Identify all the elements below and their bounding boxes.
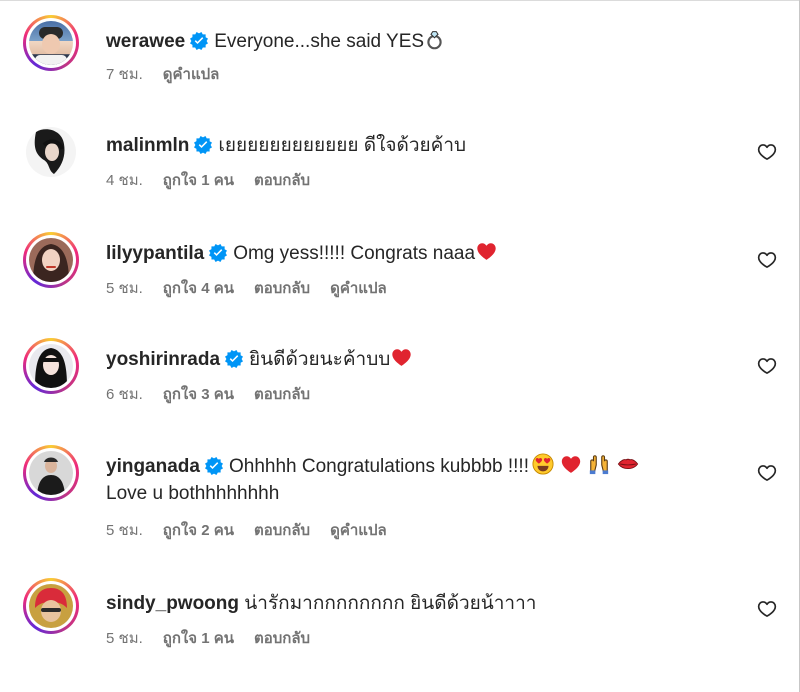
see-translation-link[interactable]: ดูคำแปล xyxy=(163,66,220,83)
see-translation-link[interactable]: ดูคำแปล xyxy=(330,280,387,297)
likes-count[interactable]: ถูกใจ 1 คน xyxy=(163,630,234,647)
see-translation-link[interactable]: ดูคำแปล xyxy=(330,522,387,539)
verified-badge-icon xyxy=(205,457,223,475)
avatar[interactable] xyxy=(23,124,79,180)
verified-badge-icon xyxy=(225,350,243,368)
comment-username[interactable]: sindy_pwoong xyxy=(106,593,239,614)
comment-username[interactable]: yinganada xyxy=(106,456,200,477)
comment-text-line2: Love u bothhhhhhhh xyxy=(106,483,280,504)
avatar[interactable] xyxy=(23,232,79,288)
comment-text: Ohhhhh Congratulations kubbbb !!!! xyxy=(228,456,529,477)
top-border xyxy=(0,0,800,1)
likes-count[interactable]: ถูกใจ 4 คน xyxy=(163,280,234,297)
comment-username[interactable]: yoshirinrada xyxy=(106,349,220,370)
verified-badge-icon xyxy=(209,244,227,262)
like-heart-icon[interactable] xyxy=(757,463,777,483)
comment-time[interactable]: 5 ชม. xyxy=(106,522,143,539)
verified-badge-icon xyxy=(194,136,212,154)
comment-text: Everyone...she said YES xyxy=(214,31,425,52)
red-heart-emoji-icon xyxy=(475,241,498,262)
comment-time[interactable]: 5 ชม. xyxy=(106,630,143,647)
reply-button[interactable]: ตอบกลับ xyxy=(254,280,310,297)
reply-button[interactable]: ตอบกลับ xyxy=(254,172,310,189)
reply-button[interactable]: ตอบกลับ xyxy=(254,630,310,647)
raising-hands-emoji-icon xyxy=(587,453,611,475)
comment-username[interactable]: lilyypantila xyxy=(106,243,204,264)
avatar[interactable] xyxy=(23,445,79,501)
comment-text: เยยยยยยยยยยยย ดีใจด้วยค้าบ xyxy=(218,135,467,156)
likes-count[interactable]: ถูกใจ 3 คน xyxy=(163,386,234,403)
avatar[interactable] xyxy=(23,578,79,634)
like-heart-icon[interactable] xyxy=(757,250,777,270)
comment-time[interactable]: 5 ชม. xyxy=(106,280,143,297)
comment-username[interactable]: werawee xyxy=(106,31,185,52)
heart-eyes-emoji-icon xyxy=(531,453,555,475)
avatar[interactable] xyxy=(23,338,79,394)
likes-count[interactable]: ถูกใจ 1 คน xyxy=(163,172,234,189)
reply-button[interactable]: ตอบกลับ xyxy=(254,386,310,403)
comment-username[interactable]: malinmln xyxy=(106,135,189,156)
red-heart-emoji-icon xyxy=(390,347,413,368)
like-heart-icon[interactable] xyxy=(757,599,777,619)
red-heart-emoji-icon xyxy=(559,454,583,475)
comment-text: Omg yess!!!!! Congrats naaa xyxy=(233,243,476,264)
kiss-mark-emoji-icon xyxy=(615,453,641,475)
likes-count[interactable]: ถูกใจ 2 คน xyxy=(163,522,234,539)
comment-time[interactable]: 6 ชม. xyxy=(106,386,143,403)
like-heart-icon[interactable] xyxy=(757,356,777,376)
verified-badge-icon xyxy=(190,32,208,50)
like-heart-icon[interactable] xyxy=(757,142,777,162)
reply-button[interactable]: ตอบกลับ xyxy=(254,522,310,539)
comment-time[interactable]: 7 ชม. xyxy=(106,66,143,83)
comment-text: น่ารักมากกกกกกกก ยินดีด้วยน้าาาา xyxy=(244,593,537,614)
comment-time[interactable]: 4 ชม. xyxy=(106,172,143,189)
ring-emoji-icon xyxy=(424,29,445,50)
comment-text: ยินดีด้วยนะค้าบบ xyxy=(249,349,391,370)
avatar[interactable] xyxy=(23,15,79,71)
